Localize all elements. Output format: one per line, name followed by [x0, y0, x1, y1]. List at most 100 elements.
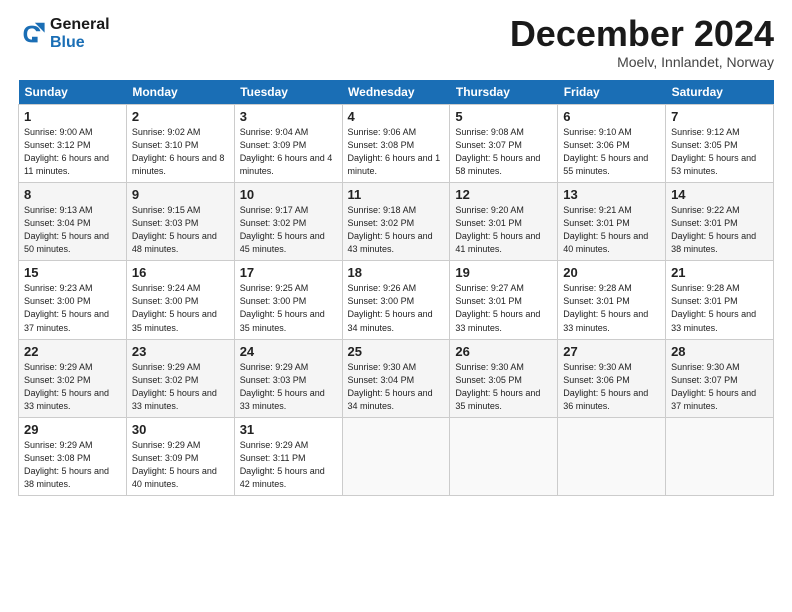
day-number: 14 [671, 187, 768, 202]
day-info: Sunrise: 9:15 AMSunset: 3:03 PMDaylight:… [132, 204, 229, 256]
day-cell: 6Sunrise: 9:10 AMSunset: 3:06 PMDaylight… [558, 105, 666, 183]
day-cell: 23 Sunrise: 9:29 AMSunset: 3:02 PMDayligh… [126, 339, 234, 417]
day-cell [666, 417, 774, 495]
day-number: 15 [24, 265, 121, 280]
day-cell: 20Sunrise: 9:28 AMSunset: 3:01 PMDayligh… [558, 261, 666, 339]
day-info: Sunrise: 9:30 AMSunset: 3:07 PMDaylight:… [671, 361, 768, 413]
day-number: 5 [455, 109, 552, 124]
day-number: 9 [132, 187, 229, 202]
day-number: 2 [132, 109, 229, 124]
day-cell: 21Sunrise: 9:28 AMSunset: 3:01 PMDayligh… [666, 261, 774, 339]
day-cell: 26 Sunrise: 9:30 AMSunset: 3:05 PMDayligh… [450, 339, 558, 417]
day-info: Sunrise: 9:29 AMSunset: 3:08 PMDaylight:… [24, 439, 121, 491]
day-cell: 16 Sunrise: 9:24 AMSunset: 3:00 PMDayligh… [126, 261, 234, 339]
weekday-tuesday: Tuesday [234, 80, 342, 105]
header: General Blue December 2024 Moelv, Innlan… [18, 16, 774, 70]
day-info: Sunrise: 9:30 AMSunset: 3:06 PMDaylight:… [563, 361, 660, 413]
weekday-header-row: SundayMondayTuesdayWednesdayThursdayFrid… [19, 80, 774, 105]
day-info: Sunrise: 9:25 AMSunset: 3:00 PMDaylight:… [240, 282, 337, 334]
weekday-thursday: Thursday [450, 80, 558, 105]
day-number: 1 [24, 109, 121, 124]
day-info: Sunrise: 9:30 AMSunset: 3:05 PMDaylight:… [455, 361, 552, 413]
day-number: 8 [24, 187, 121, 202]
day-cell: 2Sunrise: 9:02 AMSunset: 3:10 PMDaylight… [126, 105, 234, 183]
day-info: Sunrise: 9:06 AMSunset: 3:08 PMDaylight:… [348, 126, 445, 178]
weekday-sunday: Sunday [19, 80, 127, 105]
day-cell: 12 Sunrise: 9:20 AMSunset: 3:01 PMDayligh… [450, 183, 558, 261]
day-number: 27 [563, 344, 660, 359]
day-number: 6 [563, 109, 660, 124]
day-cell: 9 Sunrise: 9:15 AMSunset: 3:03 PMDaylight… [126, 183, 234, 261]
day-info: Sunrise: 9:28 AMSunset: 3:01 PMDaylight:… [563, 282, 660, 334]
title-block: December 2024 Moelv, Innlandet, Norway [510, 16, 774, 70]
day-cell: 7 Sunrise: 9:12 AMSunset: 3:05 PMDaylight… [666, 105, 774, 183]
day-number: 11 [348, 187, 445, 202]
day-info: Sunrise: 9:21 AMSunset: 3:01 PMDaylight:… [563, 204, 660, 256]
calendar-title: December 2024 [510, 16, 774, 52]
day-info: Sunrise: 9:24 AMSunset: 3:00 PMDaylight:… [132, 282, 229, 334]
day-cell: 14Sunrise: 9:22 AMSunset: 3:01 PMDayligh… [666, 183, 774, 261]
day-cell: 22 Sunrise: 9:29 AMSunset: 3:02 PMDayligh… [19, 339, 127, 417]
day-cell: 3 Sunrise: 9:04 AMSunset: 3:09 PMDaylight… [234, 105, 342, 183]
week-row-1: 1 Sunrise: 9:00 AMSunset: 3:12 PMDaylight… [19, 105, 774, 183]
day-cell: 27 Sunrise: 9:30 AMSunset: 3:06 PMDayligh… [558, 339, 666, 417]
weekday-friday: Friday [558, 80, 666, 105]
day-info: Sunrise: 9:26 AMSunset: 3:00 PMDaylight:… [348, 282, 445, 334]
day-info: Sunrise: 9:12 AMSunset: 3:05 PMDaylight:… [671, 126, 768, 178]
day-number: 17 [240, 265, 337, 280]
day-cell: 25 Sunrise: 9:30 AMSunset: 3:04 PMDayligh… [342, 339, 450, 417]
day-cell: 31 Sunrise: 9:29 AMSunset: 3:11 PMDayligh… [234, 417, 342, 495]
day-cell: 1 Sunrise: 9:00 AMSunset: 3:12 PMDaylight… [19, 105, 127, 183]
day-info: Sunrise: 9:29 AMSunset: 3:02 PMDaylight:… [132, 361, 229, 413]
day-info: Sunrise: 9:29 AMSunset: 3:09 PMDaylight:… [132, 439, 229, 491]
day-number: 12 [455, 187, 552, 202]
weekday-wednesday: Wednesday [342, 80, 450, 105]
day-info: Sunrise: 9:27 AMSunset: 3:01 PMDaylight:… [455, 282, 552, 334]
day-info: Sunrise: 9:28 AMSunset: 3:01 PMDaylight:… [671, 282, 768, 334]
week-row-4: 22 Sunrise: 9:29 AMSunset: 3:02 PMDayligh… [19, 339, 774, 417]
day-info: Sunrise: 9:29 AMSunset: 3:11 PMDaylight:… [240, 439, 337, 491]
day-info: Sunrise: 9:23 AMSunset: 3:00 PMDaylight:… [24, 282, 121, 334]
day-number: 28 [671, 344, 768, 359]
day-number: 13 [563, 187, 660, 202]
day-cell: 5 Sunrise: 9:08 AMSunset: 3:07 PMDaylight… [450, 105, 558, 183]
day-cell: 8Sunrise: 9:13 AMSunset: 3:04 PMDaylight… [19, 183, 127, 261]
day-info: Sunrise: 9:18 AMSunset: 3:02 PMDaylight:… [348, 204, 445, 256]
day-info: Sunrise: 9:17 AMSunset: 3:02 PMDaylight:… [240, 204, 337, 256]
day-info: Sunrise: 9:08 AMSunset: 3:07 PMDaylight:… [455, 126, 552, 178]
weekday-monday: Monday [126, 80, 234, 105]
day-number: 23 [132, 344, 229, 359]
day-cell: 28 Sunrise: 9:30 AMSunset: 3:07 PMDayligh… [666, 339, 774, 417]
day-number: 31 [240, 422, 337, 437]
day-number: 16 [132, 265, 229, 280]
day-info: Sunrise: 9:20 AMSunset: 3:01 PMDaylight:… [455, 204, 552, 256]
day-number: 3 [240, 109, 337, 124]
day-cell: 4 Sunrise: 9:06 AMSunset: 3:08 PMDaylight… [342, 105, 450, 183]
day-number: 26 [455, 344, 552, 359]
logo-text: General Blue [50, 16, 110, 52]
day-number: 25 [348, 344, 445, 359]
logo-icon [18, 20, 46, 48]
weekday-saturday: Saturday [666, 80, 774, 105]
day-number: 10 [240, 187, 337, 202]
day-number: 22 [24, 344, 121, 359]
day-cell: 24Sunrise: 9:29 AMSunset: 3:03 PMDayligh… [234, 339, 342, 417]
page: General Blue December 2024 Moelv, Innlan… [0, 0, 792, 506]
day-number: 18 [348, 265, 445, 280]
day-cell [450, 417, 558, 495]
day-cell: 19 Sunrise: 9:27 AMSunset: 3:01 PMDayligh… [450, 261, 558, 339]
day-info: Sunrise: 9:04 AMSunset: 3:09 PMDaylight:… [240, 126, 337, 178]
day-number: 19 [455, 265, 552, 280]
day-cell: 13 Sunrise: 9:21 AMSunset: 3:01 PMDayligh… [558, 183, 666, 261]
day-info: Sunrise: 9:29 AMSunset: 3:02 PMDaylight:… [24, 361, 121, 413]
day-info: Sunrise: 9:30 AMSunset: 3:04 PMDaylight:… [348, 361, 445, 413]
day-cell: 18 Sunrise: 9:26 AMSunset: 3:00 PMDayligh… [342, 261, 450, 339]
week-row-2: 8Sunrise: 9:13 AMSunset: 3:04 PMDaylight… [19, 183, 774, 261]
day-cell: 30 Sunrise: 9:29 AMSunset: 3:09 PMDayligh… [126, 417, 234, 495]
day-number: 7 [671, 109, 768, 124]
calendar-table: SundayMondayTuesdayWednesdayThursdayFrid… [18, 80, 774, 496]
day-info: Sunrise: 9:00 AMSunset: 3:12 PMDaylight:… [24, 126, 121, 178]
day-number: 4 [348, 109, 445, 124]
day-cell: 17 Sunrise: 9:25 AMSunset: 3:00 PMDayligh… [234, 261, 342, 339]
day-number: 30 [132, 422, 229, 437]
